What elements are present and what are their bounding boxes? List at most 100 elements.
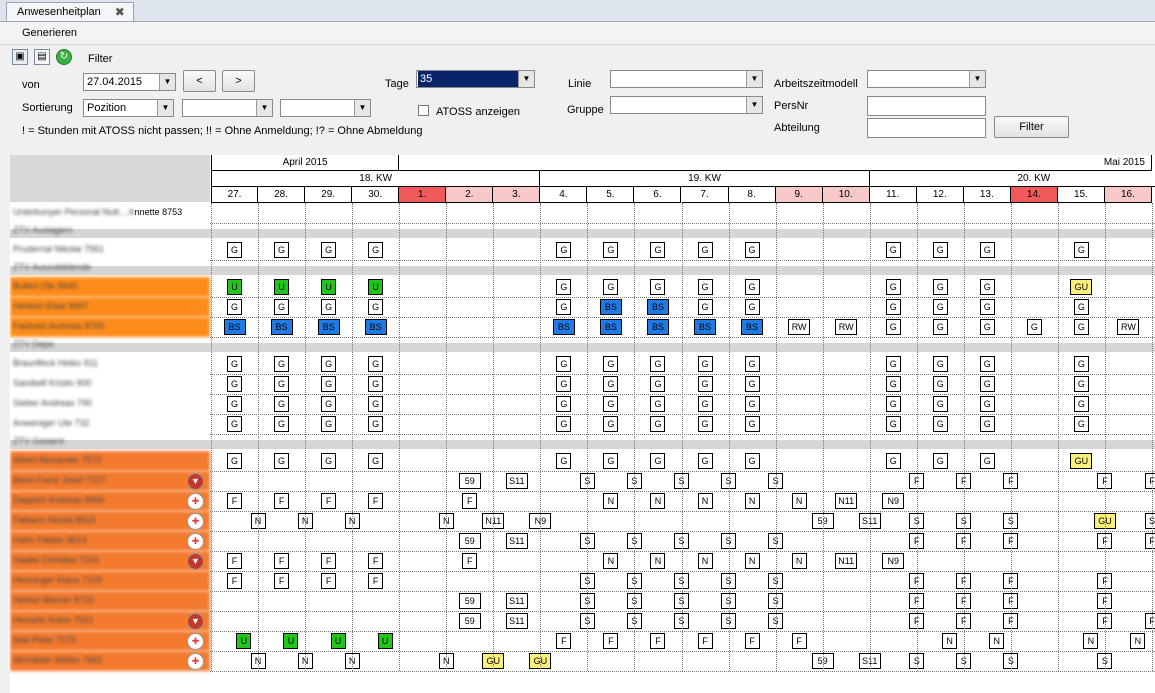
attendance-code[interactable]: F — [321, 553, 337, 569]
attendance-code[interactable]: G — [603, 356, 619, 372]
attendance-code[interactable]: G — [744, 242, 760, 258]
attendance-code[interactable]: G — [321, 376, 337, 392]
attendance-code[interactable]: BS — [694, 319, 717, 335]
attendance-code[interactable]: N — [942, 633, 958, 649]
plus-icon[interactable]: ✚ — [187, 633, 204, 650]
attendance-code[interactable]: G — [603, 376, 619, 392]
attendance-code[interactable]: G — [274, 242, 290, 258]
chevron-down-icon[interactable]: ▼ — [159, 74, 175, 90]
attendance-code[interactable]: N — [1130, 633, 1146, 649]
attendance-code[interactable]: G — [274, 416, 290, 432]
attendance-code[interactable]: F — [227, 573, 243, 589]
attendance-code[interactable]: N — [791, 493, 807, 509]
filter-button[interactable]: Filter — [994, 116, 1069, 138]
attendance-code[interactable]: G — [1073, 299, 1089, 315]
attendance-code[interactable]: U — [227, 279, 243, 295]
attendance-code[interactable]: G — [556, 416, 572, 432]
attendance-code[interactable]: G — [885, 416, 901, 432]
attendance-code[interactable]: U — [330, 633, 346, 649]
attendance-code[interactable]: N — [603, 553, 619, 569]
attendance-code[interactable]: F — [650, 633, 666, 649]
attendance-code[interactable]: BS — [599, 319, 622, 335]
plus-icon[interactable]: ✚ — [187, 533, 204, 550]
attendance-code[interactable]: G — [650, 396, 666, 412]
attendance-code[interactable]: F — [321, 493, 337, 509]
attendance-code[interactable]: G — [321, 299, 337, 315]
attendance-code[interactable]: G — [603, 396, 619, 412]
attendance-code[interactable]: S11 — [505, 613, 528, 629]
attendance-code[interactable]: G — [932, 279, 948, 295]
attendance-code[interactable]: G — [979, 279, 995, 295]
attendance-code[interactable]: G — [932, 396, 948, 412]
attendance-code[interactable]: G — [885, 242, 901, 258]
attendance-code[interactable]: BS — [599, 299, 622, 315]
attendance-code[interactable]: G — [227, 453, 243, 469]
attendance-code[interactable]: G — [885, 356, 901, 372]
attendance-code[interactable]: G — [932, 453, 948, 469]
attendance-code[interactable]: S11 — [505, 593, 528, 609]
attendance-code[interactable]: F — [556, 633, 572, 649]
attendance-code[interactable]: N — [744, 493, 760, 509]
attendance-code[interactable]: G — [885, 396, 901, 412]
attendance-code[interactable]: G — [556, 453, 572, 469]
attendance-code[interactable]: G — [321, 453, 337, 469]
attendance-code[interactable]: N — [989, 633, 1005, 649]
attendance-code[interactable]: S11 — [505, 533, 528, 549]
attendance-code[interactable]: N11 — [835, 493, 858, 509]
attendance-code[interactable]: G — [1073, 242, 1089, 258]
attendance-code[interactable]: G — [1026, 319, 1042, 335]
sortierung2-select[interactable]: ▼ — [182, 99, 273, 117]
attendance-code[interactable]: G — [697, 376, 713, 392]
attendance-code[interactable]: G — [979, 242, 995, 258]
attendance-code[interactable]: N — [650, 553, 666, 569]
attendance-code[interactable]: BS — [364, 319, 387, 335]
attendance-code[interactable]: G — [603, 416, 619, 432]
next-button[interactable]: > — [222, 70, 255, 92]
attendance-code[interactable]: F — [321, 573, 337, 589]
attendance-code[interactable]: G — [1073, 376, 1089, 392]
attendance-code[interactable]: G — [227, 242, 243, 258]
attendance-code[interactable]: G — [227, 356, 243, 372]
attendance-code[interactable]: G — [1073, 416, 1089, 432]
arrow-down-icon[interactable]: ▼ — [187, 473, 204, 490]
attendance-code[interactable]: G — [556, 242, 572, 258]
attendance-code[interactable]: N — [1083, 633, 1099, 649]
attendance-code[interactable]: GU — [1070, 453, 1093, 469]
attendance-code[interactable]: G — [1073, 319, 1089, 335]
attendance-code[interactable]: N9 — [882, 493, 905, 509]
attendance-code[interactable]: G — [979, 453, 995, 469]
menu-generieren[interactable]: Generieren — [22, 27, 77, 39]
attendance-code[interactable]: G — [274, 356, 290, 372]
attendance-code[interactable]: G — [650, 416, 666, 432]
attendance-code[interactable]: G — [1073, 356, 1089, 372]
attendance-code[interactable]: G — [744, 416, 760, 432]
attendance-code[interactable]: G — [979, 416, 995, 432]
attendance-code[interactable]: 59 — [458, 473, 481, 489]
attendance-code[interactable]: G — [603, 279, 619, 295]
attendance-code[interactable]: 59 — [458, 533, 481, 549]
attendance-code[interactable]: F — [227, 493, 243, 509]
attendance-code[interactable]: G — [932, 356, 948, 372]
attendance-code[interactable]: G — [368, 453, 384, 469]
attendance-code[interactable]: U — [368, 279, 384, 295]
attendance-code[interactable]: G — [697, 453, 713, 469]
attendance-code[interactable]: G — [932, 319, 948, 335]
attendance-code[interactable]: G — [603, 453, 619, 469]
attendance-code[interactable]: U — [377, 633, 393, 649]
von-date-field[interactable]: 27.04.2015 ▼ — [83, 73, 176, 91]
attendance-code[interactable]: 59 — [458, 613, 481, 629]
chevron-down-icon[interactable]: ▼ — [157, 100, 173, 116]
attendance-code[interactable]: F — [697, 633, 713, 649]
attendance-code[interactable]: N — [791, 553, 807, 569]
attendance-code[interactable]: G — [368, 356, 384, 372]
attendance-code[interactable]: G — [274, 453, 290, 469]
attendance-code[interactable]: G — [885, 279, 901, 295]
linie-select[interactable]: ▼ — [610, 70, 763, 88]
attendance-code[interactable]: G — [603, 242, 619, 258]
export-icon[interactable]: ▤ — [34, 49, 50, 65]
attendance-code[interactable]: G — [556, 356, 572, 372]
attendance-code[interactable]: U — [283, 633, 299, 649]
atoss-checkbox[interactable] — [418, 105, 429, 116]
arrow-down-icon[interactable]: ▼ — [187, 613, 204, 630]
attendance-code[interactable]: BS — [317, 319, 340, 335]
